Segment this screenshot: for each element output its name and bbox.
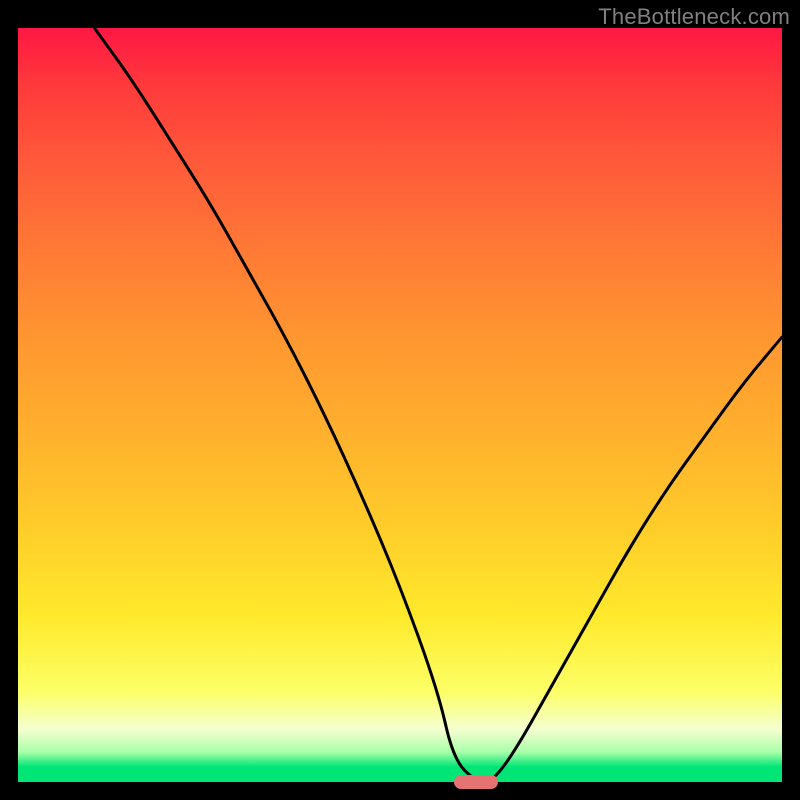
bottleneck-curve bbox=[18, 28, 782, 782]
plot-area bbox=[18, 28, 782, 782]
chart-frame: TheBottleneck.com bbox=[0, 0, 800, 800]
optimal-marker bbox=[454, 775, 498, 789]
watermark-text: TheBottleneck.com bbox=[598, 4, 790, 30]
curve-path bbox=[94, 28, 782, 782]
